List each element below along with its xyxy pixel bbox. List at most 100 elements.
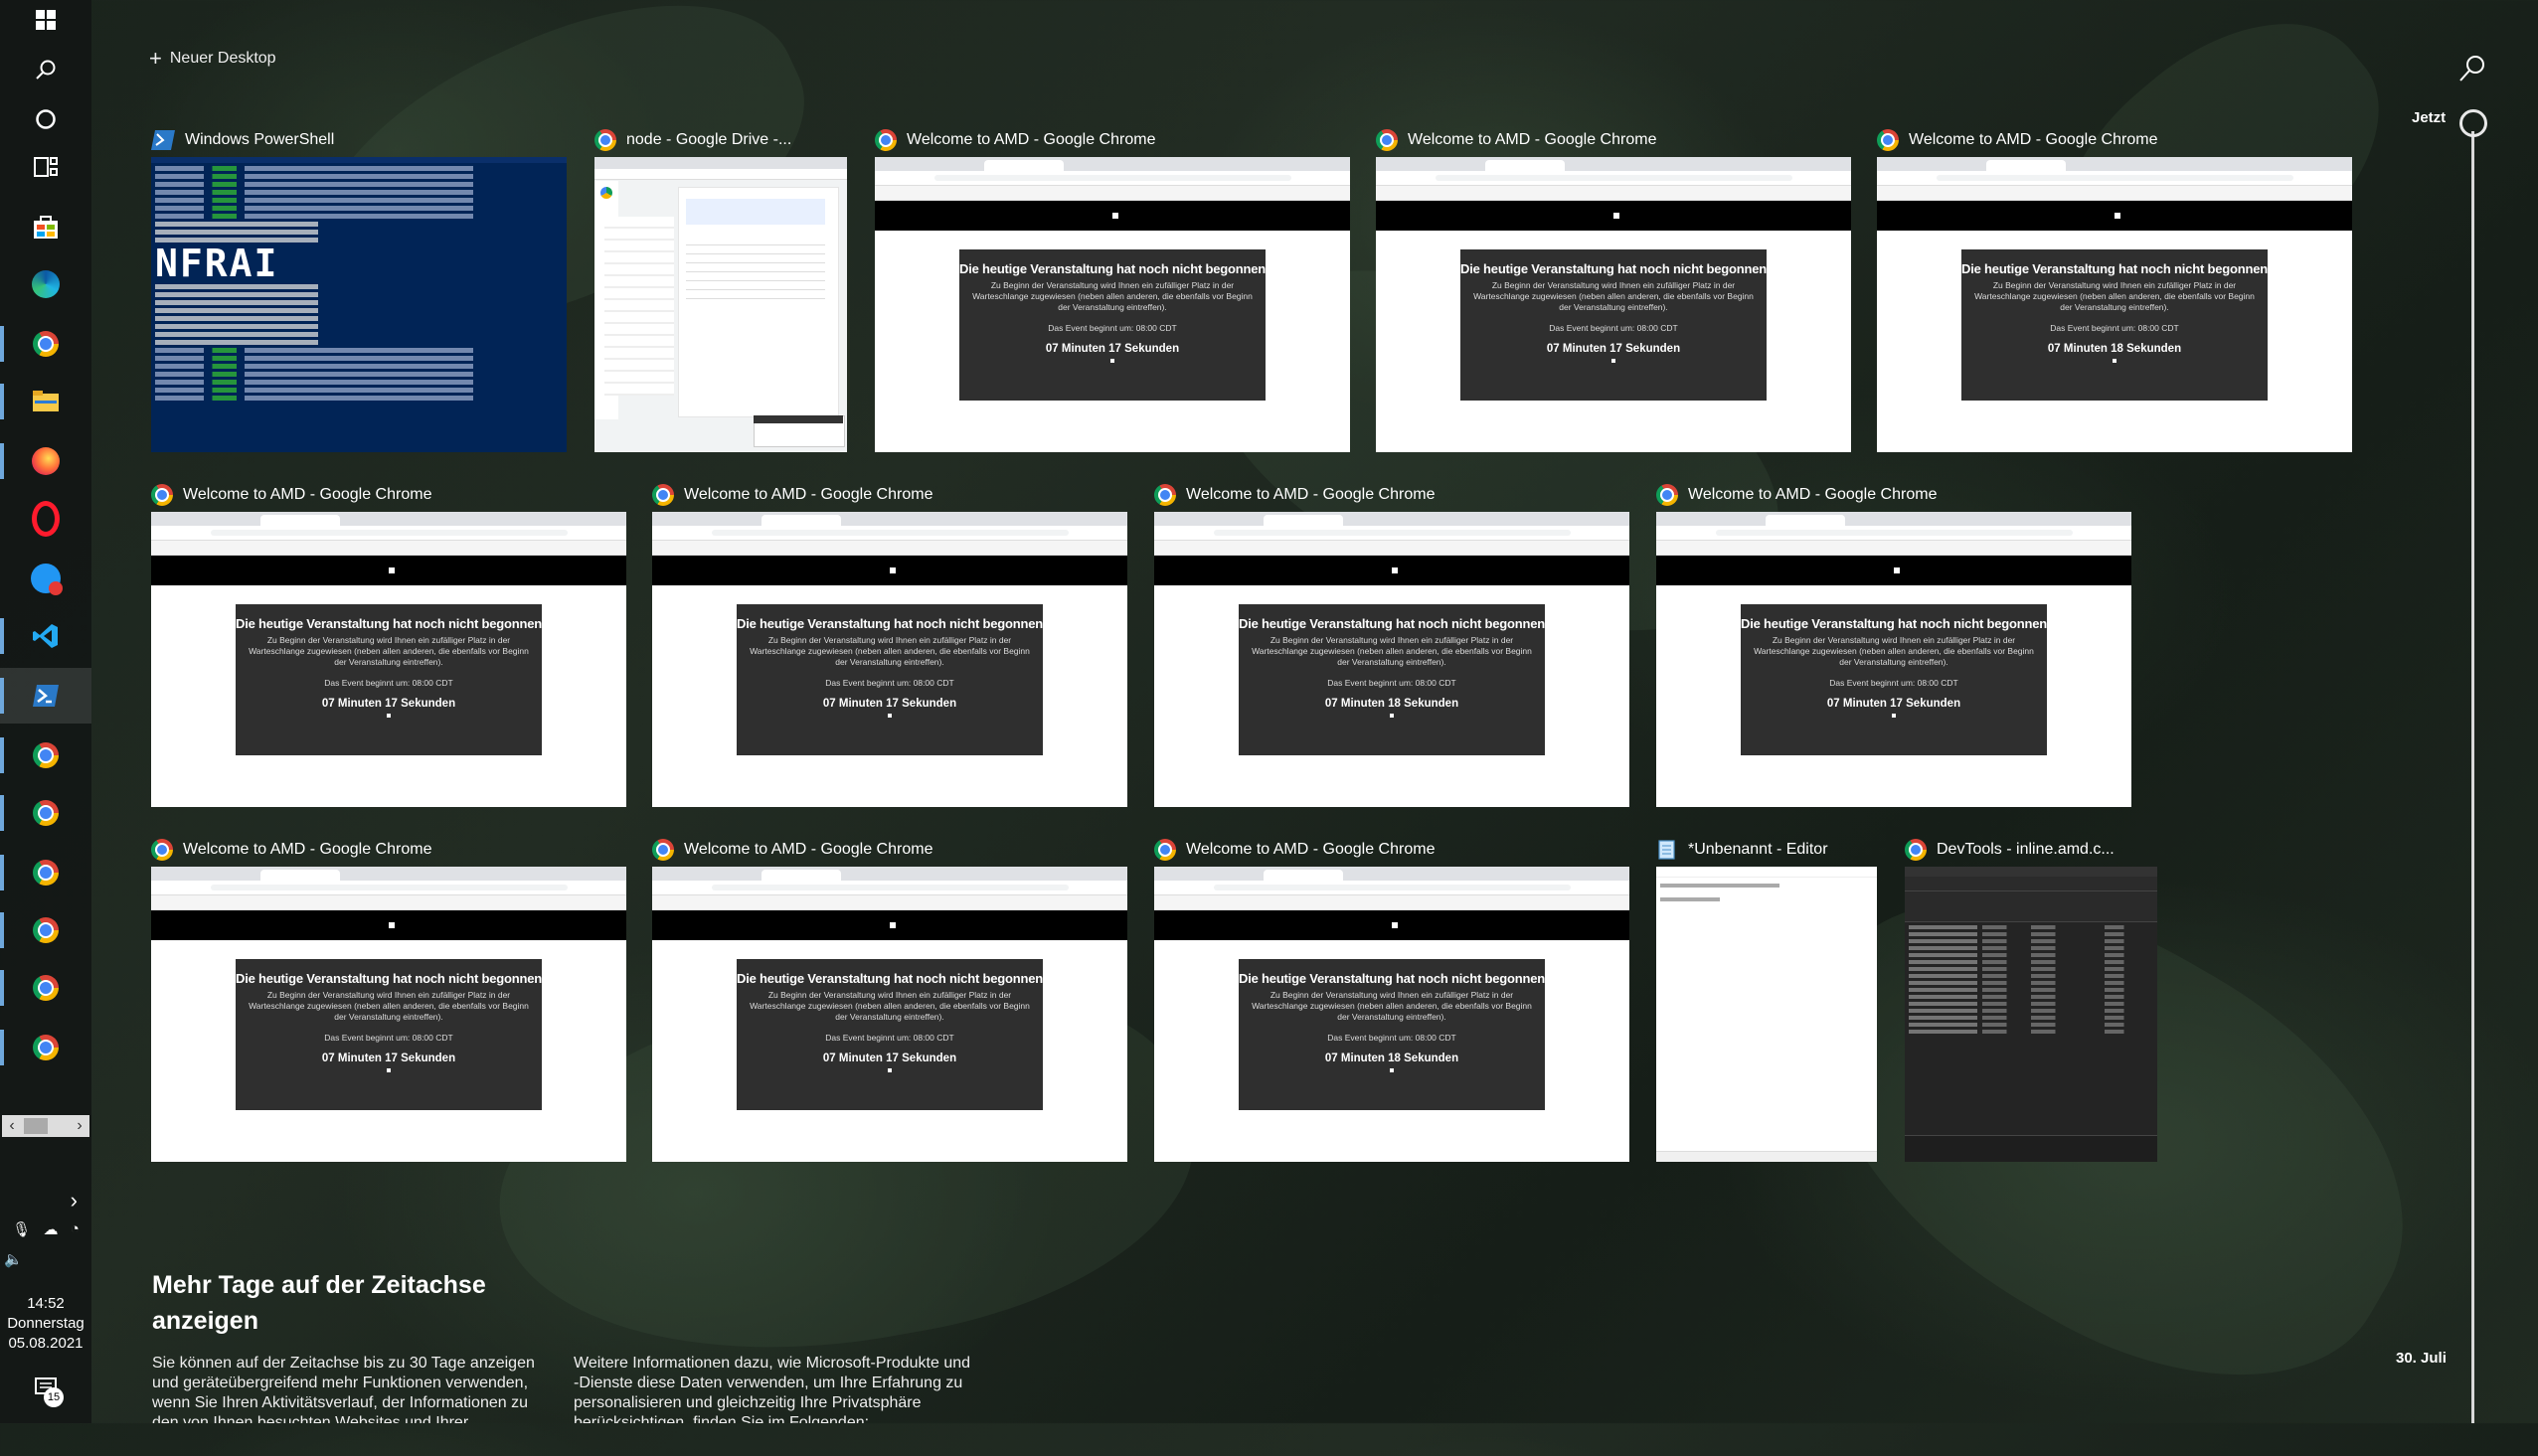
chrome-icon <box>1656 484 1678 506</box>
plus-icon: + <box>149 46 162 71</box>
new-desktop-button[interactable]: + Neuer Desktop <box>149 46 276 71</box>
notification-icon: 15 <box>34 1377 64 1407</box>
search-icon <box>36 60 56 80</box>
window-thumbnail: Die heutige Veranstaltung hat noch nicht… <box>875 157 1350 452</box>
firefox-icon <box>32 447 60 475</box>
chrome-icon <box>33 860 59 886</box>
taskbar-store[interactable] <box>0 199 91 254</box>
window-thumbnail: Die heutige Veranstaltung hat noch nicht… <box>1154 512 1629 807</box>
taskbar-file-explorer[interactable] <box>0 374 91 429</box>
window-thumbnail: Die heutige Veranstaltung hat noch nicht… <box>1656 512 2131 807</box>
wifi-icon[interactable]: ◔ <box>71 1220 80 1238</box>
window-thumbnail: Die heutige Veranstaltung hat noch nicht… <box>1877 157 2352 452</box>
remote-desktop-icon <box>31 564 63 595</box>
countdown: 07 Minuten 17 Sekunden <box>822 698 957 710</box>
window-title: Welcome to AMD - Google Chrome <box>907 131 1156 148</box>
window-thumbnail: Die heutige Veranstaltung hat noch nicht… <box>652 512 1127 807</box>
taskbar-chrome-2[interactable] <box>0 728 91 783</box>
powershell-icon <box>33 685 59 707</box>
taskbar-chrome-remote[interactable] <box>0 551 91 606</box>
scrollbar-thumb[interactable] <box>24 1118 48 1134</box>
window-title: Welcome to AMD - Google Chrome <box>183 841 432 858</box>
countdown: 07 Minuten 17 Sekunden <box>1826 698 1961 710</box>
chrome-icon <box>1154 484 1176 506</box>
system-tray: 🎙 ☁ ◔ <box>0 1220 91 1238</box>
vscode-icon <box>33 624 58 648</box>
taskbar-chrome[interactable] <box>0 316 91 372</box>
clock-day: Donnerstag <box>7 1315 85 1332</box>
volume-icon: 🔈 <box>4 1251 23 1268</box>
taskbar-scrollbar[interactable]: ‹ › <box>2 1115 89 1137</box>
search-button[interactable] <box>0 42 91 97</box>
scroll-left-icon[interactable]: ‹ <box>2 1117 22 1135</box>
countdown: 07 Minuten 17 Sekunden <box>321 1052 456 1064</box>
privacy-info-text: Weitere Informationen dazu, wie Microsof… <box>574 1355 971 1423</box>
amd-waiting-box: Die heutige Veranstaltung hat noch nicht… <box>1961 249 2268 401</box>
scroll-right-icon[interactable]: › <box>70 1117 89 1135</box>
folder-icon <box>33 391 59 411</box>
start-button[interactable] <box>0 0 91 48</box>
window-thumbnail: Die heutige Veranstaltung hat noch nicht… <box>652 867 1127 1162</box>
clock[interactable]: 14:52 Donnerstag 05.08.2021 <box>0 1294 91 1354</box>
amd-waiting-box: Die heutige Veranstaltung hat noch nicht… <box>737 604 1043 755</box>
onedrive-cloud-icon[interactable]: ☁ <box>43 1220 58 1238</box>
chevron-right-icon: › <box>70 1188 78 1213</box>
notepad-icon <box>1658 840 1675 860</box>
window-thumbnail: Die heutige Veranstaltung hat noch nicht… <box>151 867 626 1162</box>
taskbar-chrome-7[interactable] <box>0 1020 91 1075</box>
chrome-icon <box>1905 839 1927 861</box>
amd-waiting-box: Die heutige Veranstaltung hat noch nicht… <box>1460 249 1767 401</box>
task-view-icon <box>34 157 58 177</box>
window-title: Welcome to AMD - Google Chrome <box>1408 131 1657 148</box>
timeline-now-marker[interactable] <box>2459 109 2487 137</box>
countdown: 07 Minuten 17 Sekunden <box>1546 343 1681 355</box>
chrome-icon <box>33 331 59 357</box>
chrome-icon <box>33 917 59 943</box>
amd-waiting-box: Die heutige Veranstaltung hat noch nicht… <box>1239 604 1545 755</box>
action-center-button[interactable]: 15 <box>0 1377 91 1407</box>
taskbar-chrome-3[interactable] <box>0 785 91 841</box>
taskbar-firefox[interactable] <box>0 433 91 489</box>
chrome-icon <box>652 839 674 861</box>
chrome-icon <box>594 129 616 151</box>
chrome-icon <box>1376 129 1398 151</box>
chrome-icon <box>33 742 59 768</box>
window-title: Welcome to AMD - Google Chrome <box>684 486 933 503</box>
chrome-icon <box>1154 839 1176 861</box>
windows-logo-icon <box>36 10 56 30</box>
microphone-icon[interactable]: 🎙 <box>12 1220 31 1238</box>
window-title: DevTools - inline.amd.c... <box>1937 841 2115 858</box>
taskbar-chrome-6[interactable] <box>0 960 91 1016</box>
ascii-art-banner: NFRAI <box>155 242 279 285</box>
timeline-date-label[interactable]: 30. Juli <box>2396 1350 2447 1367</box>
taskbar-chrome-4[interactable] <box>0 845 91 900</box>
amd-waiting-box: Die heutige Veranstaltung hat noch nicht… <box>959 249 1266 401</box>
window-thumbnail: Die heutige Veranstaltung hat noch nicht… <box>151 512 626 807</box>
amd-waiting-box: Die heutige Veranstaltung hat noch nicht… <box>236 604 542 755</box>
amd-waiting-box: Die heutige Veranstaltung hat noch nicht… <box>737 959 1043 1110</box>
taskbar-opera[interactable] <box>0 491 91 547</box>
opera-icon <box>32 501 60 537</box>
taskbar-chrome-5[interactable] <box>0 902 91 958</box>
window-thumbnail: Die heutige Veranstaltung hat noch nicht… <box>1154 867 1629 1162</box>
clock-time: 14:52 <box>27 1295 65 1312</box>
timeline-promo-text: Sie können auf der Zeitachse bis zu 30 T… <box>152 1355 535 1423</box>
taskbar-powershell[interactable] <box>0 668 91 724</box>
chrome-icon <box>875 129 897 151</box>
chrome-icon <box>33 800 59 826</box>
window-thumbnail <box>1905 867 2157 1162</box>
volume-button[interactable]: 🔈 <box>0 1250 91 1268</box>
tray-expand-button[interactable]: › <box>0 1188 91 1213</box>
window-title: node - Google Drive -... <box>626 131 792 148</box>
task-view-button[interactable] <box>0 139 91 195</box>
amd-waiting-box: Die heutige Veranstaltung hat noch nicht… <box>1239 959 1545 1110</box>
taskbar-vscode[interactable] <box>0 608 91 664</box>
countdown: 07 Minuten 18 Sekunden <box>1324 698 1459 710</box>
taskbar-edge[interactable] <box>0 256 91 312</box>
timeline-search-icon[interactable] <box>2457 54 2487 83</box>
window-title: Welcome to AMD - Google Chrome <box>1186 841 1436 858</box>
countdown: 07 Minuten 17 Sekunden <box>822 1052 957 1064</box>
notification-count-badge: 15 <box>44 1387 64 1407</box>
countdown: 07 Minuten 18 Sekunden <box>1324 1052 1459 1064</box>
timeline-track[interactable] <box>2471 131 2474 1423</box>
